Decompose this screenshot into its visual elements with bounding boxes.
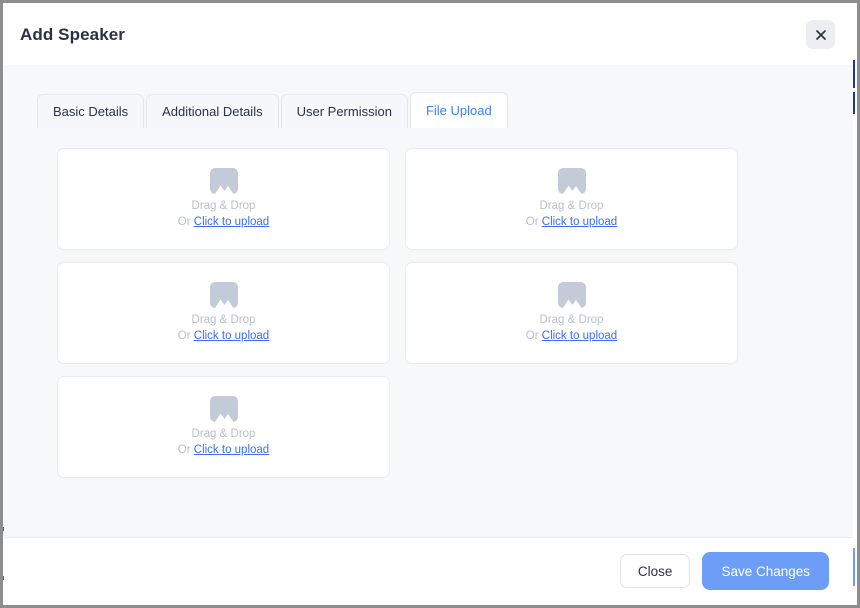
- upload-dropzone-2[interactable]: Drag & Drop Or Click to upload: [405, 148, 738, 250]
- tab-label: Basic Details: [53, 104, 129, 119]
- or-label: Or: [177, 444, 191, 456]
- tab-basic-details[interactable]: Basic Details: [37, 94, 145, 128]
- tab-label: User Permission: [296, 104, 392, 119]
- drag-drop-label: Drag & Drop: [191, 314, 256, 326]
- click-to-upload-link[interactable]: Click to upload: [194, 444, 269, 456]
- tab-label: File Upload: [425, 103, 492, 118]
- image-placeholder-icon: [209, 168, 238, 194]
- click-to-upload-link[interactable]: Click to upload: [542, 330, 617, 342]
- or-label: Or: [525, 216, 539, 228]
- click-to-upload-link[interactable]: Click to upload: [542, 216, 617, 228]
- page-title: Add Speaker: [20, 24, 126, 44]
- or-label: Or: [177, 330, 191, 342]
- or-label: Or: [177, 216, 191, 228]
- click-to-upload-link[interactable]: Click to upload: [194, 216, 269, 228]
- tab-additional-details[interactable]: Additional Details: [146, 94, 279, 128]
- close-button[interactable]: Close: [619, 554, 691, 588]
- tab-file-upload[interactable]: File Upload: [409, 92, 508, 128]
- drag-drop-label: Drag & Drop: [191, 200, 256, 212]
- upload-dropzone-1[interactable]: Drag & Drop Or Click to upload: [57, 148, 390, 250]
- image-placeholder-icon: [557, 168, 586, 194]
- drag-drop-label: Drag & Drop: [539, 314, 604, 326]
- save-changes-button[interactable]: Save Changes: [702, 552, 829, 590]
- add-speaker-modal: Add Speaker Basic Details Additional Det…: [4, 4, 853, 604]
- upload-action-line: Or Click to upload: [526, 214, 617, 230]
- drag-drop-label: Drag & Drop: [191, 428, 256, 440]
- image-placeholder-icon: [209, 396, 238, 422]
- tab-label: Additional Details: [162, 104, 263, 119]
- close-modal-button[interactable]: [806, 20, 835, 49]
- tab-bar: Basic Details Additional Details User Pe…: [4, 92, 853, 128]
- close-icon: [815, 29, 827, 41]
- upload-dropzone-4[interactable]: Drag & Drop Or Click to upload: [405, 262, 738, 364]
- tab-user-permission[interactable]: User Permission: [280, 94, 408, 128]
- modal-body: Basic Details Additional Details User Pe…: [4, 65, 853, 537]
- upload-dropzone-3[interactable]: Drag & Drop Or Click to upload: [57, 262, 390, 364]
- upload-action-line: Or Click to upload: [178, 328, 269, 344]
- modal-header: Add Speaker: [4, 4, 853, 65]
- upload-action-line: Or Click to upload: [178, 214, 269, 230]
- image-placeholder-icon: [209, 282, 238, 308]
- image-placeholder-icon: [557, 282, 586, 308]
- click-to-upload-link[interactable]: Click to upload: [194, 330, 269, 342]
- upload-action-line: Or Click to upload: [526, 328, 617, 344]
- drag-drop-label: Drag & Drop: [539, 200, 604, 212]
- or-label: Or: [525, 330, 539, 342]
- upload-action-line: Or Click to upload: [178, 442, 269, 458]
- upload-dropzone-5[interactable]: Drag & Drop Or Click to upload: [57, 376, 390, 478]
- modal-footer: Close Save Changes: [4, 537, 853, 604]
- file-upload-grid: Drag & Drop Or Click to upload Drag & Dr…: [4, 148, 853, 478]
